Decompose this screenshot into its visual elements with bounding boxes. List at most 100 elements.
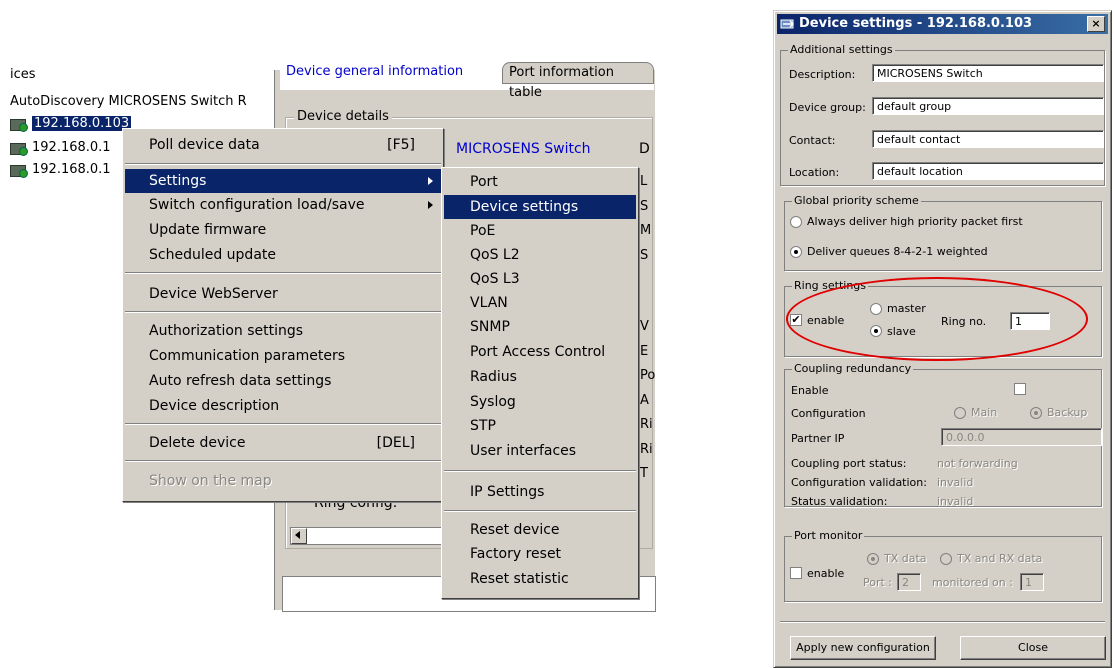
menu-item-communication-parameters[interactable]: Communication parameters: [125, 344, 441, 368]
group-legend: Port monitor: [792, 529, 865, 542]
tree-device-2[interactable]: 192.168.0.1: [10, 138, 111, 158]
fragment: L: [640, 174, 648, 189]
right-fragments: L S M S V E Po A Ri Ri T: [640, 170, 655, 487]
close-icon[interactable]: ×: [1087, 16, 1105, 32]
tree-device-3[interactable]: 192.168.0.1: [10, 160, 111, 180]
submenu-item-stp[interactable]: STP: [444, 414, 636, 438]
priority-option-1-radio[interactable]: [790, 216, 802, 228]
fragment: S: [640, 247, 649, 263]
menu-label: Authorization settings: [149, 323, 304, 339]
fragment: E: [640, 343, 649, 359]
device-ip: 192.168.0.1: [32, 140, 111, 155]
app-icon: [780, 19, 795, 29]
tree-header: ices: [10, 67, 36, 82]
submenu-item-port[interactable]: Port: [444, 170, 636, 194]
settings-submenu: Port Device settings PoE QoS L2 QoS L3 V…: [441, 167, 639, 599]
priority-option-2-radio[interactable]: [790, 246, 802, 258]
menu-item-scheduled-update[interactable]: Scheduled update: [125, 243, 441, 267]
submenu-item-vlan[interactable]: VLAN: [444, 291, 636, 315]
menu-label: Switch configuration load/save: [149, 197, 365, 213]
fragment: M: [640, 223, 652, 238]
submenu-item-reset-statistic[interactable]: Reset statistic: [444, 567, 636, 591]
menu-label: Auto refresh data settings: [149, 373, 332, 389]
group-legend: Additional settings: [788, 43, 895, 56]
menu-separator: [125, 311, 441, 313]
tab-device-general-information[interactable]: Device general information: [280, 62, 469, 82]
port-field: 2: [897, 573, 921, 591]
submenu-item-qos-l3[interactable]: QoS L3: [444, 267, 636, 291]
apply-configuration-button[interactable]: Apply new configuration: [790, 636, 936, 660]
contact-label: Contact:: [789, 134, 836, 147]
menu-separator: [125, 423, 441, 425]
menu-label: Settings: [149, 173, 207, 189]
menu-separator: [444, 470, 636, 472]
dialog-titlebar[interactable]: Device settings - 192.168.0.103 ×: [777, 14, 1108, 34]
priority-scheme-group: Global priority scheme: [784, 194, 1102, 271]
submenu-item-reset-device[interactable]: Reset device: [444, 518, 636, 542]
tx-rx-data-radio: [940, 553, 952, 565]
submenu-item-radius[interactable]: Radius: [444, 365, 636, 389]
fragment: A: [640, 392, 649, 408]
priority-option-1-label: Always deliver high priority packet firs…: [807, 215, 1023, 228]
switch-device-icon: [10, 117, 28, 132]
coupling-enable-label: Enable: [791, 384, 829, 397]
tab-strip: Device general information Port informat…: [280, 62, 654, 100]
submenu-arrow-icon: [428, 177, 433, 185]
coupling-main-radio: [954, 407, 966, 419]
config-validation-value: invalid: [937, 476, 974, 489]
fragment: Po: [640, 368, 656, 383]
description-field[interactable]: MICROSENS Switch: [872, 64, 1104, 82]
menu-item-auto-refresh[interactable]: Auto refresh data settings: [125, 369, 441, 393]
tree-root[interactable]: AutoDiscovery MICROSENS Switch R: [10, 92, 247, 112]
horizontal-scrollbar[interactable]: [290, 527, 442, 545]
highlight-annotation: [786, 277, 1088, 361]
menu-separator: [125, 163, 441, 165]
tab-port-information-table[interactable]: Port information table: [502, 62, 654, 100]
submenu-item-syslog[interactable]: Syslog: [444, 390, 636, 414]
submenu-item-ip-settings[interactable]: IP Settings: [444, 480, 636, 504]
menu-item-poll-device-data[interactable]: Poll device data [F5]: [125, 133, 441, 157]
device-group-field[interactable]: default group: [872, 97, 1104, 115]
submenu-item-poe[interactable]: PoE: [444, 219, 636, 243]
menu-item-device-description[interactable]: Device description: [125, 394, 441, 418]
device-name-link[interactable]: MICROSENS Switch: [456, 141, 591, 157]
status-validation-label: Status validation:: [791, 495, 888, 508]
close-button[interactable]: Close: [960, 636, 1106, 660]
description-label: Description:: [789, 68, 856, 81]
menu-item-device-webserver[interactable]: Device WebServer: [125, 282, 441, 306]
tree-device-1[interactable]: 192.168.0.103: [10, 114, 132, 134]
submenu-item-port-access-control[interactable]: Port Access Control: [444, 340, 636, 364]
submenu-item-device-settings[interactable]: Device settings: [444, 195, 636, 219]
submenu-item-user-interfaces[interactable]: User interfaces: [444, 439, 636, 463]
menu-label: Delete device: [149, 435, 246, 451]
group-legend: Global priority scheme: [792, 194, 921, 207]
coupling-main-label: Main: [971, 406, 998, 419]
submenu-item-qos-l2[interactable]: QoS L2: [444, 243, 636, 267]
menu-label: Communication parameters: [149, 348, 345, 364]
config-validation-label: Configuration validation:: [791, 476, 927, 489]
menu-label: Device description: [149, 398, 280, 414]
menu-item-switch-config-load-save[interactable]: Switch configuration load/save: [125, 193, 441, 217]
port-label: Port :: [863, 576, 893, 589]
submenu-arrow-icon: [428, 201, 433, 209]
partner-ip-field: 0.0.0.0: [941, 428, 1102, 446]
coupling-enable-checkbox[interactable]: [1014, 383, 1026, 395]
submenu-item-factory-reset[interactable]: Factory reset: [444, 542, 636, 566]
port-monitor-enable-checkbox[interactable]: [790, 567, 802, 579]
menu-item-authorization-settings[interactable]: Authorization settings: [125, 319, 441, 343]
contact-field[interactable]: default contact: [872, 130, 1104, 148]
button-divider: [780, 621, 1105, 623]
monitored-on-label: monitored on :: [932, 576, 1013, 589]
location-field[interactable]: default location: [872, 162, 1104, 180]
partner-ip-label: Partner IP: [791, 432, 845, 445]
menu-item-delete-device[interactable]: Delete device [DEL]: [125, 431, 441, 455]
tx-rx-data-label: TX and RX data: [957, 552, 1043, 565]
coupling-config-label: Configuration: [791, 407, 866, 420]
fragment: T: [640, 466, 648, 481]
tx-data-label: TX data: [884, 552, 927, 565]
menu-item-settings[interactable]: Settings: [125, 169, 441, 193]
menu-label: Device WebServer: [149, 286, 278, 302]
tx-data-radio: [867, 553, 879, 565]
menu-item-update-firmware[interactable]: Update firmware: [125, 218, 441, 242]
submenu-item-snmp[interactable]: SNMP: [444, 315, 636, 339]
